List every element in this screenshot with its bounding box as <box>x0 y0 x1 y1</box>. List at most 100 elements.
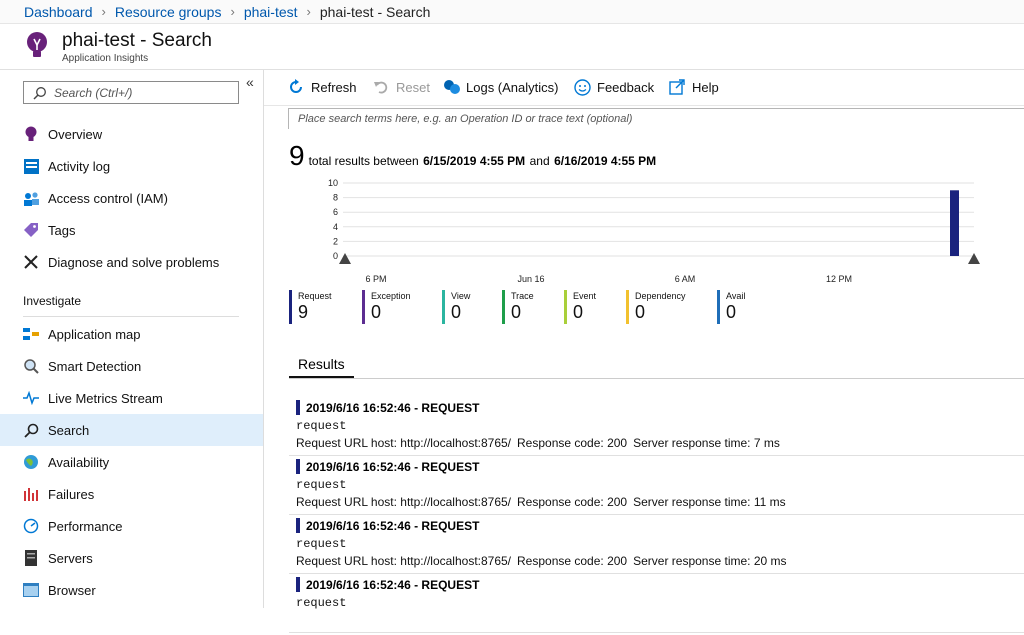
result-type-marker <box>296 518 300 533</box>
result-url-host: Request URL host: http://localhost:8765/ <box>296 554 512 568</box>
sidebar-item-smart-detection[interactable]: Smart Detection <box>0 350 263 382</box>
sidebar-item-tags[interactable]: Tags <box>0 214 263 246</box>
result-response-code: Response code: 200 <box>517 495 628 509</box>
sidebar-item-label: Overview <box>48 126 103 142</box>
legend-count: 0 <box>511 302 522 322</box>
breadcrumb-phai-test[interactable]: phai-test <box>244 4 298 20</box>
result-response-code: Response code: 200 <box>517 436 628 450</box>
sidebar-item-activity-log[interactable]: Activity log <box>0 150 263 182</box>
legend-count: 0 <box>451 302 462 322</box>
sidebar-item-live-metrics[interactable]: Live Metrics Stream <box>0 382 263 414</box>
results-divider <box>289 378 1024 379</box>
app-map-icon <box>22 325 40 343</box>
results-chart: 10 8 6 4 2 0 6 PM Jun 16 6 AM 12 PM <box>328 178 980 284</box>
tab-results[interactable]: Results <box>289 352 354 378</box>
legend-tile-request[interactable]: Request 9 <box>289 290 332 324</box>
sidebar-item-application-map[interactable]: Application map <box>0 318 263 350</box>
result-response-time: Server response time: 11 ms <box>633 495 786 509</box>
y-tick-label: 8 <box>333 193 338 203</box>
sidebar-item-label: Availability <box>48 454 110 470</box>
breadcrumb: Dashboard › Resource groups › phai-test … <box>0 0 1024 24</box>
y-tick-label: 10 <box>328 178 338 188</box>
chevron-right-icon: › <box>306 4 311 19</box>
legend-tile-view[interactable]: View 0 <box>442 290 470 324</box>
external-link-icon <box>669 78 687 96</box>
summary-text: total results between <box>308 154 419 168</box>
section-divider <box>23 316 239 317</box>
summary-end: 6/16/2019 4:55 PM <box>554 154 657 168</box>
legend-count: 0 <box>635 302 646 322</box>
result-title-row: 2019/6/16 16:52:46 - REQUEST <box>296 518 1024 533</box>
range-start-handle <box>339 253 351 264</box>
legend-tile-avail[interactable]: Avail 0 <box>717 290 745 324</box>
x-tick-label: 12 PM <box>826 274 852 284</box>
refresh-icon <box>288 78 306 96</box>
refresh-button[interactable]: Refresh <box>288 78 357 96</box>
sidebar-item-diagnose[interactable]: Diagnose and solve problems <box>0 246 263 278</box>
performance-icon <box>22 517 40 535</box>
result-type: request <box>296 419 347 433</box>
result-type-marker <box>296 577 300 592</box>
sidebar-item-search[interactable]: Search <box>0 414 263 446</box>
result-type-marker <box>296 459 300 474</box>
legend-tile-dependency[interactable]: Dependency 0 <box>626 290 686 324</box>
lightbulb-icon <box>22 125 40 143</box>
failures-icon <box>22 485 40 503</box>
legend-name: Exception <box>371 291 411 301</box>
sidebar-search[interactable] <box>23 81 239 104</box>
globe-icon <box>22 453 40 471</box>
result-title: 2019/6/16 16:52:46 - REQUEST <box>306 577 480 592</box>
search-query-input[interactable] <box>289 109 1024 129</box>
legend-count: 9 <box>298 302 309 322</box>
sidebar-item-browser[interactable]: Browser <box>0 574 263 606</box>
result-details: Request URL host: http://localhost:8765/… <box>296 436 1024 450</box>
collapse-sidebar-button[interactable]: « <box>246 74 254 90</box>
feedback-button[interactable]: Feedback <box>574 78 654 96</box>
range-end-handle <box>968 253 980 264</box>
blade-header: phai-test - Search Application Insights <box>0 24 1024 70</box>
result-response-code: Response code: 200 <box>517 554 628 568</box>
legend-name: View <box>451 291 471 301</box>
pulse-icon <box>22 389 40 407</box>
help-button[interactable]: Help <box>669 78 719 96</box>
reset-label: Reset <box>396 79 430 95</box>
logs-analytics-button[interactable]: Logs (Analytics) <box>443 78 558 96</box>
sidebar-item-access-control[interactable]: Access control (IAM) <box>0 182 263 214</box>
breadcrumb-resource-groups[interactable]: Resource groups <box>115 4 222 20</box>
sidebar-item-failures[interactable]: Failures <box>0 478 263 510</box>
search-query-box[interactable] <box>288 108 1024 129</box>
page-title: phai-test - Search <box>62 30 212 51</box>
sidebar-item-servers[interactable]: Servers <box>0 542 263 574</box>
sidebar-item-overview[interactable]: Overview <box>0 118 263 150</box>
sidebar-search-input[interactable] <box>54 85 234 100</box>
smart-detection-icon <box>22 357 40 375</box>
result-details: Request URL host: http://localhost:8765/… <box>296 495 1024 509</box>
breadcrumb-current: phai-test - Search <box>319 3 431 20</box>
legend-name: Avail <box>726 291 746 301</box>
result-row[interactable]: 2019/6/16 16:52:46 - REQUEST request <box>289 576 1024 635</box>
reset-button[interactable]: Reset <box>373 78 430 96</box>
help-label: Help <box>692 79 719 95</box>
sidebar-item-label: Diagnose and solve problems <box>48 254 220 270</box>
result-row[interactable]: 2019/6/16 16:52:46 - REQUEST request Reque… <box>289 517 1024 576</box>
y-tick-label: 6 <box>333 207 338 217</box>
legend-tile-exception[interactable]: Exception 0 <box>362 290 411 324</box>
result-row[interactable]: 2019/6/16 16:52:46 - REQUEST request Reque… <box>289 399 1024 458</box>
result-row[interactable]: 2019/6/16 16:52:46 - REQUEST request Reque… <box>289 458 1024 517</box>
sidebar-item-availability[interactable]: Availability <box>0 446 263 478</box>
sidebar-item-label: Performance <box>48 518 123 534</box>
result-type: request <box>296 478 347 492</box>
sidebar-item-label: Smart Detection <box>48 358 142 374</box>
server-icon <box>22 549 40 567</box>
sidebar-item-performance[interactable]: Performance <box>0 510 263 542</box>
search-icon <box>22 421 40 439</box>
sidebar: « Overview Activity log Access control (… <box>0 70 264 608</box>
result-type: request <box>296 537 347 551</box>
search-icon <box>33 86 46 100</box>
legend-tile-event[interactable]: Event 0 <box>564 290 596 324</box>
chevron-right-icon: › <box>101 4 106 19</box>
breadcrumb-dashboard[interactable]: Dashboard <box>24 4 93 20</box>
result-title-row: 2019/6/16 16:52:46 - REQUEST <box>296 577 1024 592</box>
y-tick-label: 4 <box>333 222 338 232</box>
legend-tile-trace[interactable]: Trace 0 <box>502 290 534 324</box>
